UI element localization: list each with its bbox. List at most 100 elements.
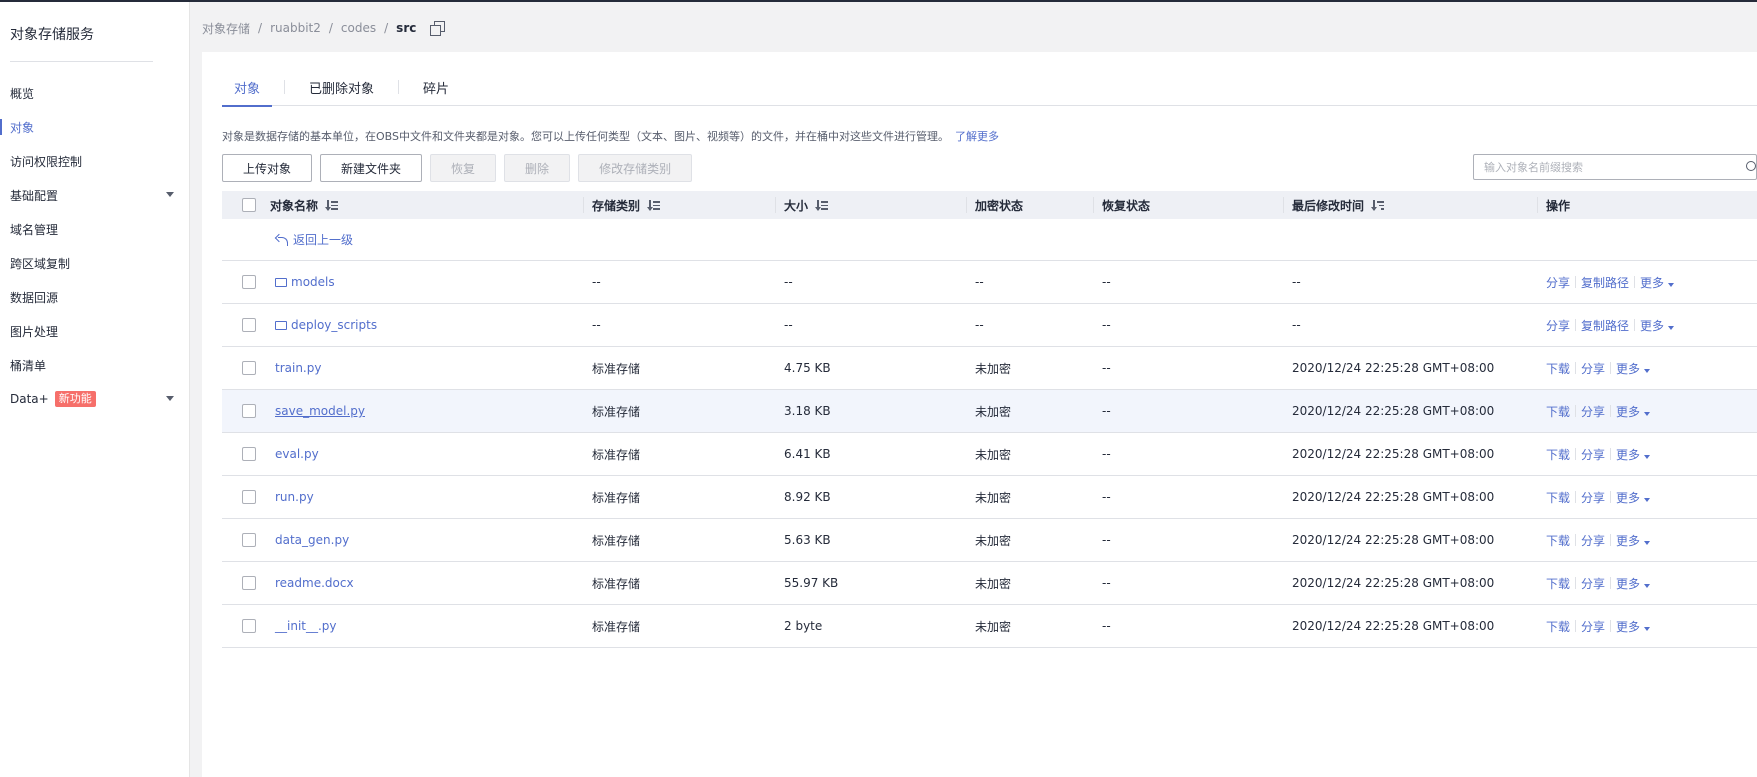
- action-share[interactable]: 分享: [1581, 446, 1605, 463]
- row-checkbox[interactable]: [242, 275, 256, 289]
- row-checkbox[interactable]: [242, 533, 256, 547]
- object-name-link[interactable]: save_model.py: [275, 404, 365, 418]
- action-more[interactable]: 更多: [1640, 274, 1675, 291]
- object-name-link[interactable]: train.py: [275, 361, 321, 375]
- header-name[interactable]: 对象名称: [262, 191, 339, 219]
- header-storage-class[interactable]: 存储类别: [584, 191, 661, 219]
- sidebar-item-1[interactable]: 对象: [0, 112, 190, 142]
- copy-icon[interactable]: [430, 21, 446, 36]
- sidebar-item-2[interactable]: 访问权限控制: [0, 146, 190, 176]
- action-download[interactable]: 下载: [1546, 446, 1570, 463]
- action-more[interactable]: 更多: [1616, 532, 1651, 549]
- action-share[interactable]: 分享: [1546, 274, 1570, 291]
- back-link[interactable]: 返回上一级: [275, 219, 353, 260]
- action-share[interactable]: 分享: [1546, 317, 1570, 334]
- object-name-link[interactable]: run.py: [275, 490, 314, 504]
- action-more[interactable]: 更多: [1616, 618, 1651, 635]
- action-separator: [1575, 448, 1577, 460]
- sidebar-item-6[interactable]: 数据回源: [0, 282, 190, 312]
- action-download[interactable]: 下载: [1546, 360, 1570, 377]
- select-all-checkbox[interactable]: [242, 198, 256, 212]
- object-name-link[interactable]: models: [291, 275, 335, 289]
- sidebar-item-8[interactable]: 桶清单: [0, 350, 190, 380]
- description-text: 对象是数据存储的基本单位，在OBS中文件和文件夹都是对象。您可以上传任何类型（文…: [222, 130, 949, 143]
- cell-restore-status: --: [1102, 490, 1111, 504]
- sidebar-item-4[interactable]: 域名管理: [0, 214, 190, 244]
- cell-modified: 2020/12/24 22:25:28 GMT+08:00: [1292, 361, 1495, 375]
- action-download[interactable]: 下载: [1546, 575, 1570, 592]
- object-name-link[interactable]: data_gen.py: [275, 533, 349, 547]
- sort-desc-icon[interactable]: [1371, 200, 1385, 211]
- object-name-link[interactable]: eval.py: [275, 447, 319, 461]
- tab-objects[interactable]: 对象: [222, 78, 273, 107]
- sidebar-item-5[interactable]: 跨区域复制: [0, 248, 190, 278]
- breadcrumb-separator: /: [328, 21, 333, 35]
- action-share[interactable]: 分享: [1581, 403, 1605, 420]
- new-folder-button[interactable]: 新建文件夹: [320, 154, 423, 182]
- restore-button[interactable]: 恢复: [430, 154, 497, 182]
- cell-storage-class: 标准存储: [592, 576, 641, 591]
- search-icon[interactable]: [1746, 161, 1757, 173]
- object-name-link[interactable]: deploy_scripts: [291, 318, 377, 332]
- sidebar-item-9[interactable]: Data+ 新功能: [0, 384, 190, 414]
- cell-actions: 下载 分享 更多: [1546, 519, 1651, 561]
- sort-icon[interactable]: [815, 200, 829, 211]
- sort-icon[interactable]: [325, 200, 339, 211]
- object-name-link[interactable]: readme.docx: [275, 576, 354, 590]
- tab-fragments[interactable]: 碎片: [411, 78, 461, 106]
- action-download[interactable]: 下载: [1546, 532, 1570, 549]
- tab-bar: 对象 已删除对象 碎片: [222, 78, 1757, 107]
- sidebar-item-7[interactable]: 图片处理: [0, 316, 190, 346]
- cell-restore-status: --: [1102, 576, 1111, 590]
- action-share[interactable]: 分享: [1581, 575, 1605, 592]
- action-share[interactable]: 分享: [1581, 360, 1605, 377]
- row-checkbox[interactable]: [242, 404, 256, 418]
- object-name-link[interactable]: __init__.py: [275, 619, 337, 633]
- row-checkbox[interactable]: [242, 447, 256, 461]
- tab-separator: [398, 80, 400, 94]
- learn-more-link[interactable]: 了解更多: [955, 130, 999, 143]
- action-download[interactable]: 下载: [1546, 618, 1570, 635]
- row-checkbox[interactable]: [242, 490, 256, 504]
- cell-actions: 下载 分享 更多: [1546, 433, 1651, 475]
- action-more[interactable]: 更多: [1616, 575, 1651, 592]
- table-row: __init__.py 标准存储 2 byte 未加密 -- 2020/12/24 22:…: [222, 605, 1757, 648]
- row-checkbox[interactable]: [242, 576, 256, 590]
- action-separator: [1575, 491, 1577, 503]
- action-more[interactable]: 更多: [1616, 360, 1651, 377]
- cell-size: 2 byte: [784, 619, 823, 633]
- action-more-label: 更多: [1616, 619, 1641, 634]
- row-checkbox[interactable]: [242, 361, 256, 375]
- upload-object-button[interactable]: 上传对象: [222, 154, 313, 182]
- sidebar-item-3[interactable]: 基础配置: [0, 180, 190, 210]
- action-separator: [1575, 362, 1577, 374]
- tab-deleted-objects[interactable]: 已删除对象: [297, 78, 386, 106]
- cell-size: --: [784, 275, 793, 289]
- action-copy-path[interactable]: 复制路径: [1581, 317, 1629, 334]
- action-more[interactable]: 更多: [1616, 489, 1651, 506]
- breadcrumb-item-folder[interactable]: codes: [341, 21, 376, 35]
- header-size[interactable]: 大小: [776, 191, 829, 219]
- action-download[interactable]: 下载: [1546, 403, 1570, 420]
- sidebar-item-0[interactable]: 概览: [0, 78, 190, 108]
- sort-icon[interactable]: [647, 200, 661, 211]
- action-share[interactable]: 分享: [1581, 532, 1605, 549]
- row-checkbox[interactable]: [242, 318, 256, 332]
- action-share[interactable]: 分享: [1581, 618, 1605, 635]
- back-link-label[interactable]: 返回上一级: [293, 231, 353, 248]
- delete-button[interactable]: 删除: [504, 154, 571, 182]
- change-storage-class-button[interactable]: 修改存储类别: [578, 154, 693, 182]
- action-more[interactable]: 更多: [1640, 317, 1675, 334]
- breadcrumb-item-bucket[interactable]: ruabbit2: [270, 21, 321, 35]
- header-modified[interactable]: 最后修改时间: [1284, 191, 1385, 219]
- action-more[interactable]: 更多: [1616, 446, 1651, 463]
- row-checkbox[interactable]: [242, 619, 256, 633]
- objects-table: 对象名称 存储类别 大小 加密状态 恢复状态 最后修改时间 操作 返回上一级 m…: [222, 191, 1757, 648]
- cell-modified: 2020/12/24 22:25:28 GMT+08:00: [1292, 447, 1495, 461]
- action-download[interactable]: 下载: [1546, 489, 1570, 506]
- action-share[interactable]: 分享: [1581, 489, 1605, 506]
- action-more[interactable]: 更多: [1616, 403, 1651, 420]
- action-copy-path[interactable]: 复制路径: [1581, 274, 1629, 291]
- breadcrumb-item-root[interactable]: 对象存储: [202, 20, 250, 37]
- search-input[interactable]: [1484, 160, 1734, 174]
